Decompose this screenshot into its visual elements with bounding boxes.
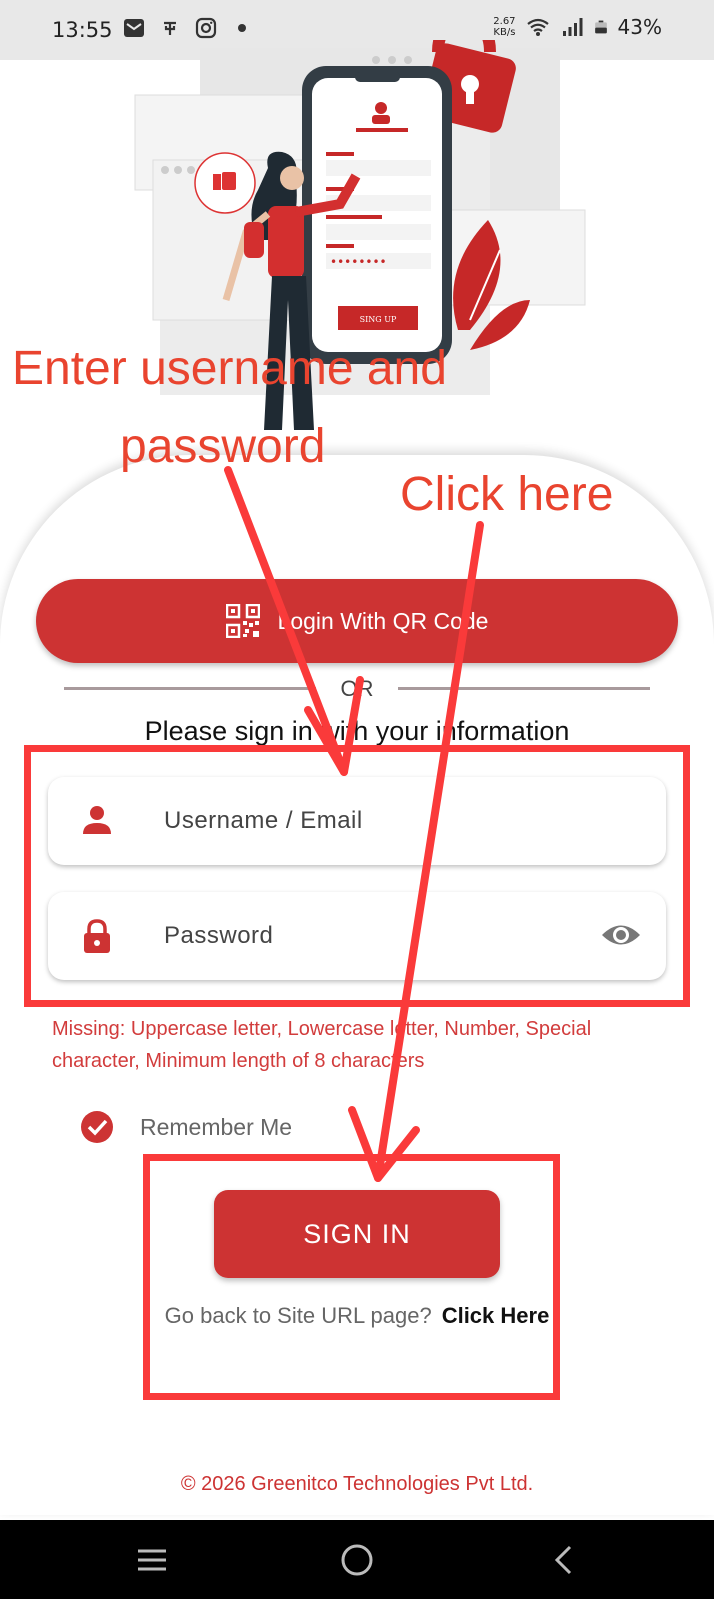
dot-icon xyxy=(238,24,246,32)
annotation-box-credentials xyxy=(24,745,690,1007)
status-notification-icons xyxy=(122,16,254,40)
svg-text:••••••••: •••••••• xyxy=(330,255,387,269)
annotation-click-here: Click here xyxy=(400,468,614,521)
annotation-box-sign-in xyxy=(143,1154,560,1400)
divider-line-right xyxy=(398,687,650,690)
copyright: © 2026 Greenitco Technologies Pvt Ltd. xyxy=(180,1473,534,1495)
instagram-icon xyxy=(195,17,217,39)
password-error-message: Missing: Uppercase letter, Lowercase let… xyxy=(52,1018,592,1072)
illustration-form-button-label: SING UP xyxy=(360,315,397,324)
back-icon[interactable] xyxy=(546,1542,582,1578)
status-time: 13:55 xyxy=(52,18,113,42)
menu-icon[interactable] xyxy=(134,1542,170,1578)
usb-icon xyxy=(164,21,176,35)
or-divider: OR xyxy=(64,676,650,701)
signal-icon xyxy=(562,18,583,36)
net-speed: 2.67 KB/s xyxy=(493,16,515,38)
battery-icon xyxy=(594,20,607,34)
net-speed-unit: KB/s xyxy=(493,27,516,38)
status-system-icons: 2.67 KB/s 43% xyxy=(493,15,662,39)
remember-me-label: Remember Me xyxy=(140,1113,293,1140)
net-speed-value: 2.67 xyxy=(493,16,516,27)
sign-in-heading: Please sign in with your information xyxy=(144,716,570,746)
remember-me-checkbox[interactable]: Remember Me xyxy=(80,1110,292,1144)
home-icon[interactable] xyxy=(339,1542,375,1578)
wifi-icon xyxy=(526,18,549,36)
annotation-line-1: Enter username and xyxy=(12,342,447,395)
qr-code-icon xyxy=(225,604,260,638)
qr-login-label: Login With QR Code xyxy=(277,607,489,634)
mail-icon xyxy=(124,19,144,37)
check-circle-icon[interactable] xyxy=(80,1110,114,1144)
qr-login-button[interactable]: Login With QR Code xyxy=(36,579,678,663)
battery-percent: 43% xyxy=(617,15,662,39)
navigation-bar xyxy=(0,1520,714,1599)
